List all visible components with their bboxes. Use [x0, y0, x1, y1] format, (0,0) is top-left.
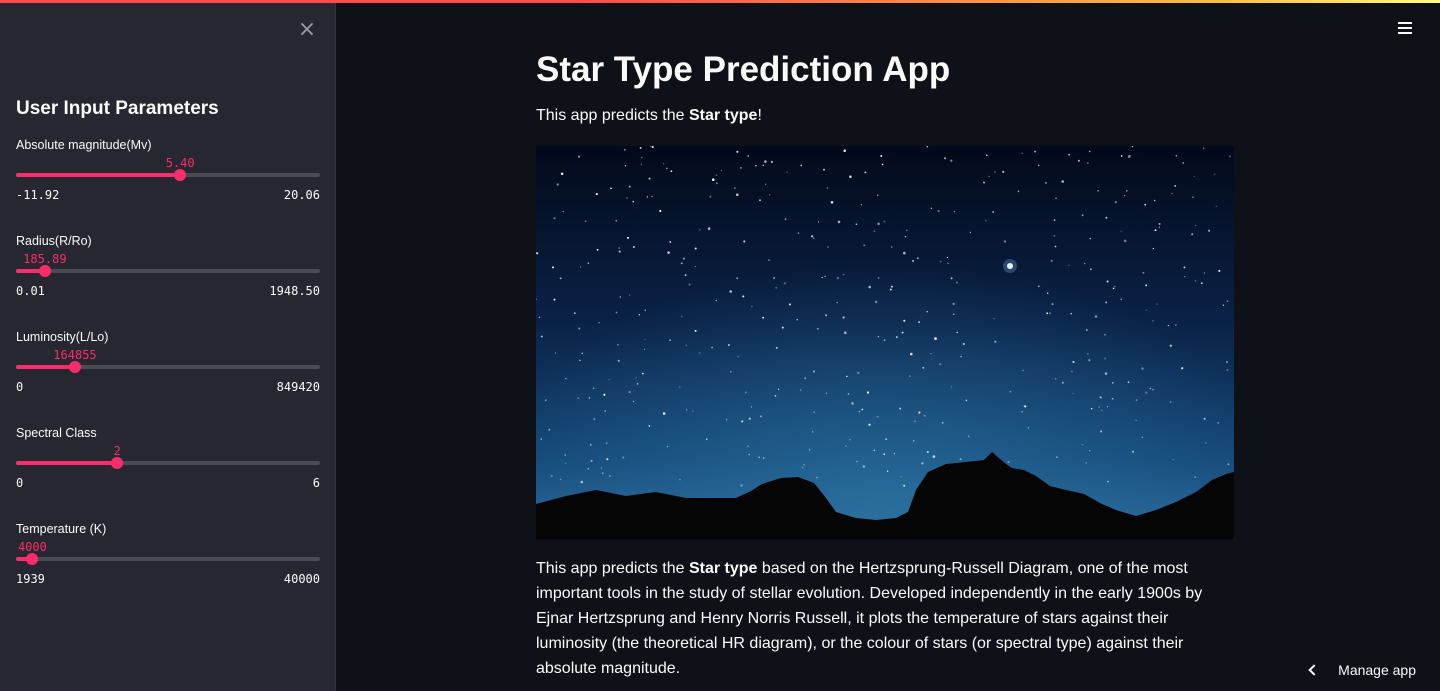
slider-min: 0 [16, 380, 24, 394]
slider-track[interactable] [16, 265, 320, 277]
slider-fill [16, 365, 75, 369]
slider-min: 0.01 [16, 284, 45, 298]
slider-label: Luminosity(L/Lo) [16, 330, 109, 344]
slider-max: 1948.50 [269, 284, 320, 298]
slider-label: Radius(R/Ro) [16, 234, 92, 248]
slider-fill [16, 173, 181, 177]
close-sidebar-icon[interactable]: × [297, 19, 317, 41]
slider-track[interactable] [16, 361, 320, 373]
slider-min: -11.92 [16, 188, 60, 202]
slider-thumb[interactable] [26, 553, 39, 565]
slider-thumb[interactable] [111, 457, 124, 469]
night-sky-image [536, 146, 1234, 539]
manage-app-button[interactable]: Manage app [1308, 662, 1416, 678]
slider-radius: Radius(R/Ro) 185.89 0.01 1948.50 [16, 234, 320, 314]
slider-min: 0 [16, 476, 24, 490]
slider-max: 20.06 [283, 188, 320, 202]
slider-max: 40000 [283, 572, 320, 586]
slider-value: 185.89 [23, 252, 67, 266]
sidebar-title: User Input Parameters [16, 98, 219, 119]
intro-text: This app predicts the Star type! [536, 107, 762, 125]
slider-label: Temperature (K) [16, 522, 107, 536]
slider-fill [16, 461, 118, 465]
slider-label: Spectral Class [16, 426, 97, 440]
slider-track[interactable] [16, 169, 320, 181]
para-suffix: based on the Hertzsprung-Russell Diagram… [536, 560, 1203, 677]
slider-min: 1939 [16, 572, 45, 586]
page-title: Star Type Prediction App [536, 50, 951, 89]
slider-track[interactable] [16, 457, 320, 469]
header-decoration-bar [0, 0, 1440, 3]
hamburger-menu-icon[interactable] [1398, 22, 1412, 36]
slider-track[interactable] [16, 553, 320, 565]
chevron-left-icon [1308, 664, 1320, 676]
slider-temperature: Temperature (K) 4000 1939 40000 [16, 522, 320, 602]
sidebar: × User Input Parameters Absolute magnitu… [0, 0, 336, 691]
slider-label: Absolute magnitude(Mv) [16, 138, 152, 152]
slider-max: 849420 [276, 380, 320, 394]
slider-thumb[interactable] [38, 265, 51, 277]
intro-suffix: ! [757, 107, 762, 124]
intro-prefix: This app predicts the [536, 107, 689, 124]
slider-absolute-magnitude: Absolute magnitude(Mv) 5.40 -11.92 20.06 [16, 138, 320, 218]
para-prefix: This app predicts the [536, 560, 689, 577]
slider-spectral-class: Spectral Class 2 0 6 [16, 426, 320, 506]
slider-thumb[interactable] [174, 169, 187, 181]
intro-bold: Star type [688, 107, 758, 124]
manage-app-label: Manage app [1338, 662, 1416, 678]
slider-value: 5.40 [165, 156, 195, 170]
slider-luminosity: Luminosity(L/Lo) 164855 0 849420 [16, 330, 320, 410]
slider-value: 4000 [17, 540, 47, 554]
slider-value: 164855 [53, 348, 97, 362]
slider-thumb[interactable] [68, 361, 81, 373]
para-bold: Star type [688, 560, 758, 577]
description-paragraph: This app predicts the Star type based on… [536, 556, 1236, 681]
slider-value: 2 [113, 444, 121, 458]
slider-max: 6 [312, 476, 320, 490]
